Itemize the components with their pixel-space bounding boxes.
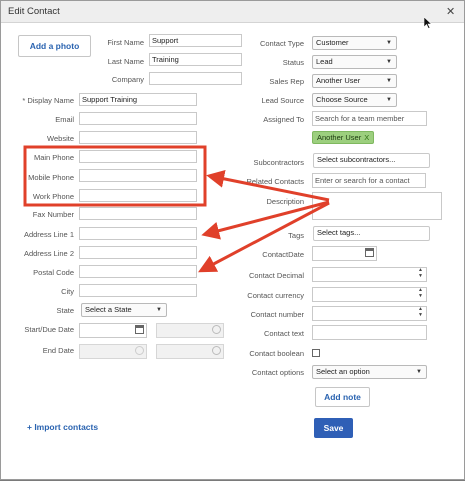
phone-highlight-box: [23, 145, 207, 207]
arrow-to-address1: [201, 200, 330, 240]
annotation-overlay: [23, 145, 330, 273]
arrow-to-postal: [198, 201, 330, 273]
arrow-to-phones: [206, 169, 330, 202]
edit-contact-dialog: Edit Contact ✕ Add a photo First Name La…: [0, 0, 465, 480]
